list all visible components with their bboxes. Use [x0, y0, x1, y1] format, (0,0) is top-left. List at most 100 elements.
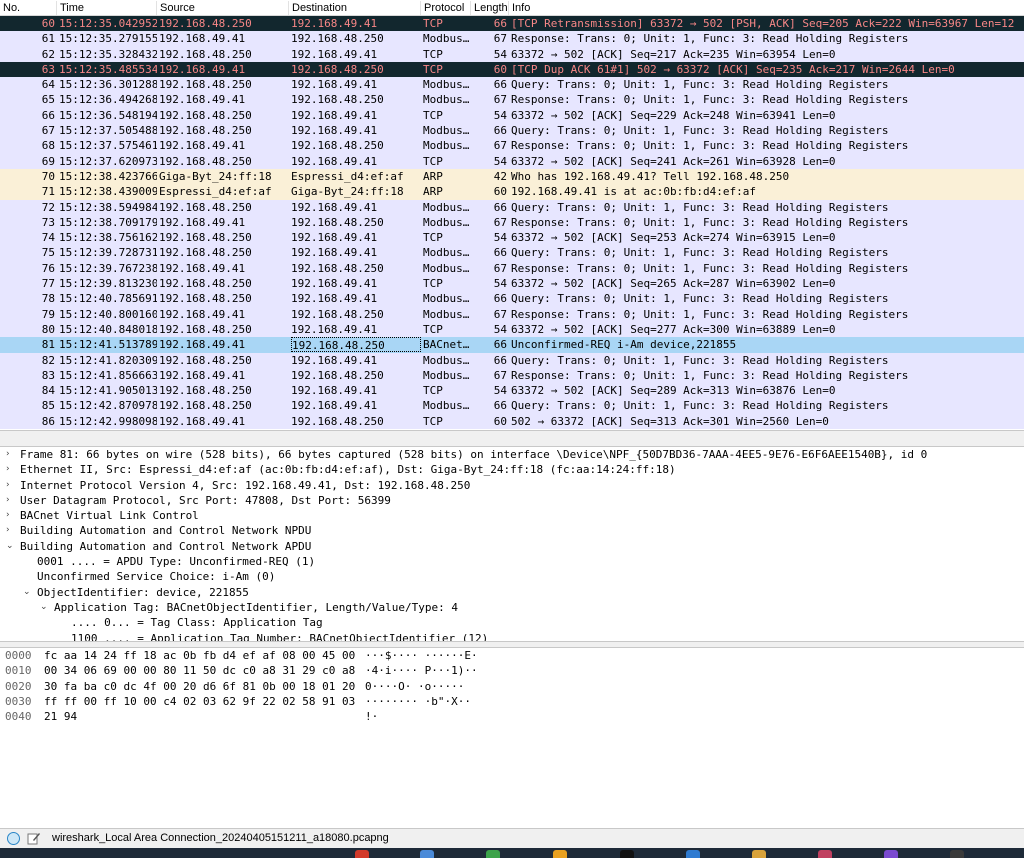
expand-arrow-icon[interactable]: ›: [6, 447, 16, 462]
taskbar-app-icon[interactable]: [486, 850, 500, 858]
bytes-hex: fc aa 14 24 ff 18 ac 0b fb d4 ef af 08 0…: [44, 649, 356, 662]
expand-arrow-icon[interactable]: ›: [6, 493, 16, 508]
taskbar-app-icon[interactable]: [950, 850, 964, 858]
list-details-splitter[interactable]: [0, 430, 1024, 447]
expand-arrow-icon[interactable]: ›: [6, 523, 16, 538]
packet-row[interactable]: 82 15:12:41.820309 192.168.48.250 192.168.4…: [0, 352, 1024, 368]
taskbar-app-icon[interactable]: [818, 850, 832, 858]
detail-tree-item[interactable]: › BACnet Virtual Link Control: [0, 508, 1024, 523]
packet-protocol: TCP: [423, 47, 443, 61]
packet-row[interactable]: 67 15:12:37.505488 192.168.48.250 192.168.4…: [0, 123, 1024, 139]
packet-bytes-pane[interactable]: 0000 fc aa 14 24 ff 18 ac 0b fb d4 ef af …: [0, 648, 1024, 828]
detail-tree-item[interactable]: 0001 .... = APDU Type: Unconfirmed-REQ (…: [0, 554, 1024, 569]
expand-arrow-icon[interactable]: ›: [6, 478, 16, 493]
packet-row[interactable]: 65 15:12:36.494268 192.168.49.41 192.168.48…: [0, 92, 1024, 108]
taskbar-app-icon[interactable]: [752, 850, 766, 858]
packet-source: 192.168.48.250: [159, 47, 252, 61]
detail-tree-label: 1100 .... = Application Tag Number: BACn…: [71, 631, 489, 641]
packet-length: 67: [493, 93, 507, 107]
packet-list[interactable]: No. Time Source Destination Protocol Len…: [0, 0, 1024, 430]
taskbar-app-icon[interactable]: [884, 850, 898, 858]
packet-row[interactable]: 78 15:12:40.785691 192.168.48.250 192.168.4…: [0, 291, 1024, 307]
detail-tree-item[interactable]: ⌄ Building Automation and Control Network…: [0, 539, 1024, 554]
detail-tree-item[interactable]: Unconfirmed Service Choice: i-Am (0): [0, 569, 1024, 584]
packet-row[interactable]: 66 15:12:36.548194 192.168.48.250 192.168.4…: [0, 107, 1024, 124]
packet-row[interactable]: 85 15:12:42.870978 192.168.48.250 192.168.4…: [0, 398, 1024, 414]
packet-info: 63372 → 502 [ACK] Seq=289 Ack=313 Win=63…: [511, 384, 836, 398]
detail-tree-item[interactable]: › Frame 81: 66 bytes on wire (528 bits), …: [0, 447, 1024, 462]
packet-row[interactable]: 60 15:12:35.042952 192.168.48.250 192.168.4…: [0, 16, 1024, 32]
column-header-protocol[interactable]: Protocol: [421, 1, 471, 15]
packet-time: 15:12:35.279155: [59, 32, 157, 46]
bytes-row[interactable]: 0010 00 34 06 69 00 00 80 11 50 dc c0 a8 …: [0, 663, 1024, 678]
details-bytes-splitter[interactable]: [0, 641, 1024, 648]
column-header-no[interactable]: No.: [0, 1, 57, 15]
packet-details-pane[interactable]: › Frame 81: 66 bytes on wire (528 bits), …: [0, 447, 1024, 641]
taskbar-app-icon[interactable]: [686, 850, 700, 858]
expand-arrow-icon[interactable]: ›: [6, 462, 16, 477]
packet-time: 15:12:39.767238: [59, 261, 157, 275]
packet-row[interactable]: 74 15:12:38.756162 192.168.48.250 192.168.4…: [0, 230, 1024, 246]
collapse-arrow-icon[interactable]: ⌄: [40, 600, 50, 615]
detail-tree-item[interactable]: 1100 .... = Application Tag Number: BACn…: [0, 631, 1024, 641]
taskbar-app-icon[interactable]: [420, 850, 434, 858]
bytes-row[interactable]: 0000 fc aa 14 24 ff 18 ac 0b fb d4 ef af …: [0, 648, 1024, 663]
packet-row[interactable]: 77 15:12:39.813230 192.168.48.250 192.168.4…: [0, 276, 1024, 292]
expand-arrow-icon[interactable]: ›: [6, 508, 16, 523]
packet-row[interactable]: 61 15:12:35.279155 192.168.49.41 192.168.48…: [0, 31, 1024, 47]
packet-destination: 192.168.49.41: [291, 292, 378, 306]
packet-protocol: TCP: [423, 17, 443, 30]
packet-info: 63372 → 502 [ACK] Seq=265 Ack=287 Win=63…: [511, 277, 836, 291]
packet-source: 192.168.49.41: [159, 139, 246, 153]
packet-info: Query: Trans: 0; Unit: 1, Func: 3: Read …: [511, 246, 889, 260]
detail-tree-item[interactable]: › Ethernet II, Src: Espressi_d4:ef:af (ac…: [0, 462, 1024, 477]
column-header-source[interactable]: Source: [157, 1, 289, 15]
packet-row[interactable]: 70 15:12:38.423766 Giga-Byt_24:ff:18 Espres…: [0, 168, 1024, 185]
detail-tree-item[interactable]: .... 0... = Tag Class: Application Tag: [0, 615, 1024, 630]
packet-destination: 192.168.49.41: [291, 231, 378, 245]
packet-row[interactable]: 86 15:12:42.998098 192.168.49.41 192.168.48…: [0, 413, 1024, 430]
bytes-row[interactable]: 0020 30 fa ba c0 dc 4f 00 20 d6 6f 81 0b …: [0, 679, 1024, 694]
bytes-row[interactable]: 0030 ff ff 00 ff 10 00 c4 02 03 62 9f 22 …: [0, 694, 1024, 709]
packet-row[interactable]: 84 15:12:41.905013 192.168.48.250 192.168.4…: [0, 383, 1024, 399]
packet-row[interactable]: 72 15:12:38.594984 192.168.48.250 192.168.4…: [0, 199, 1024, 215]
packet-row[interactable]: 73 15:12:38.709179 192.168.49.41 192.168.48…: [0, 214, 1024, 231]
taskbar-app-icon[interactable]: [355, 850, 369, 858]
collapse-arrow-icon[interactable]: ⌄: [6, 539, 16, 554]
detail-tree-item[interactable]: ⌄ ObjectIdentifier: device, 221855: [0, 585, 1024, 600]
detail-tree-label: User Datagram Protocol, Src Port: 47808,…: [20, 493, 391, 507]
packet-no: 84: [41, 384, 55, 398]
packet-row[interactable]: 69 15:12:37.620973 192.168.48.250 192.168.4…: [0, 153, 1024, 169]
detail-tree-item[interactable]: › User Datagram Protocol, Src Port: 47808…: [0, 493, 1024, 508]
packet-source: 192.168.48.250: [159, 322, 252, 336]
taskbar-app-icon[interactable]: [620, 850, 634, 858]
bytes-row[interactable]: 0040 21 94 !·: [0, 709, 1024, 724]
packet-row[interactable]: 71 15:12:38.439009 Espressi_d4:ef:af Giga-B…: [0, 184, 1024, 200]
packet-row[interactable]: 79 15:12:40.800160 192.168.49.41 192.168.48…: [0, 306, 1024, 322]
column-header-time[interactable]: Time: [57, 1, 157, 15]
packet-row[interactable]: 76 15:12:39.767238 192.168.49.41 192.168.48…: [0, 260, 1024, 277]
packet-protocol: Modbus…: [423, 93, 470, 107]
packet-row[interactable]: 81 15:12:41.513789 192.168.49.41 192.168.48…: [0, 337, 1024, 353]
column-header-length[interactable]: Length: [471, 1, 509, 15]
detail-tree-item[interactable]: ⌄ Application Tag: BACnetObjectIdentifier…: [0, 600, 1024, 615]
column-header-info[interactable]: Info: [509, 1, 1024, 15]
edit-comment-icon[interactable]: [27, 831, 41, 845]
detail-tree-item[interactable]: › Internet Protocol Version 4, Src: 192.1…: [0, 478, 1024, 493]
detail-tree-item[interactable]: › Building Automation and Control Network…: [0, 523, 1024, 538]
packet-source: 192.168.49.41: [159, 414, 246, 428]
packet-info: Response: Trans: 0; Unit: 1, Func: 3: Re…: [511, 215, 909, 229]
packet-row[interactable]: 75 15:12:39.728731 192.168.48.250 192.168.4…: [0, 245, 1024, 261]
packet-row[interactable]: 63 15:12:35.485534 192.168.49.41 192.168.48…: [0, 61, 1024, 78]
expert-info-icon[interactable]: [7, 832, 20, 845]
packet-row[interactable]: 64 15:12:36.301288 192.168.48.250 192.168.4…: [0, 77, 1024, 93]
taskbar-app-icon[interactable]: [553, 850, 567, 858]
packet-time: 15:12:42.998098: [59, 414, 157, 428]
collapse-arrow-icon[interactable]: ⌄: [23, 585, 33, 600]
packet-row[interactable]: 68 15:12:37.575461 192.168.49.41 192.168.48…: [0, 138, 1024, 154]
packet-destination: 192.168.49.41: [291, 200, 378, 214]
packet-row[interactable]: 62 15:12:35.328432 192.168.48.250 192.168.4…: [0, 46, 1024, 62]
column-header-destination[interactable]: Destination: [289, 1, 421, 15]
packet-row[interactable]: 83 15:12:41.856663 192.168.49.41 192.168.48…: [0, 367, 1024, 384]
packet-row[interactable]: 80 15:12:40.848018 192.168.48.250 192.168.4…: [0, 321, 1024, 338]
